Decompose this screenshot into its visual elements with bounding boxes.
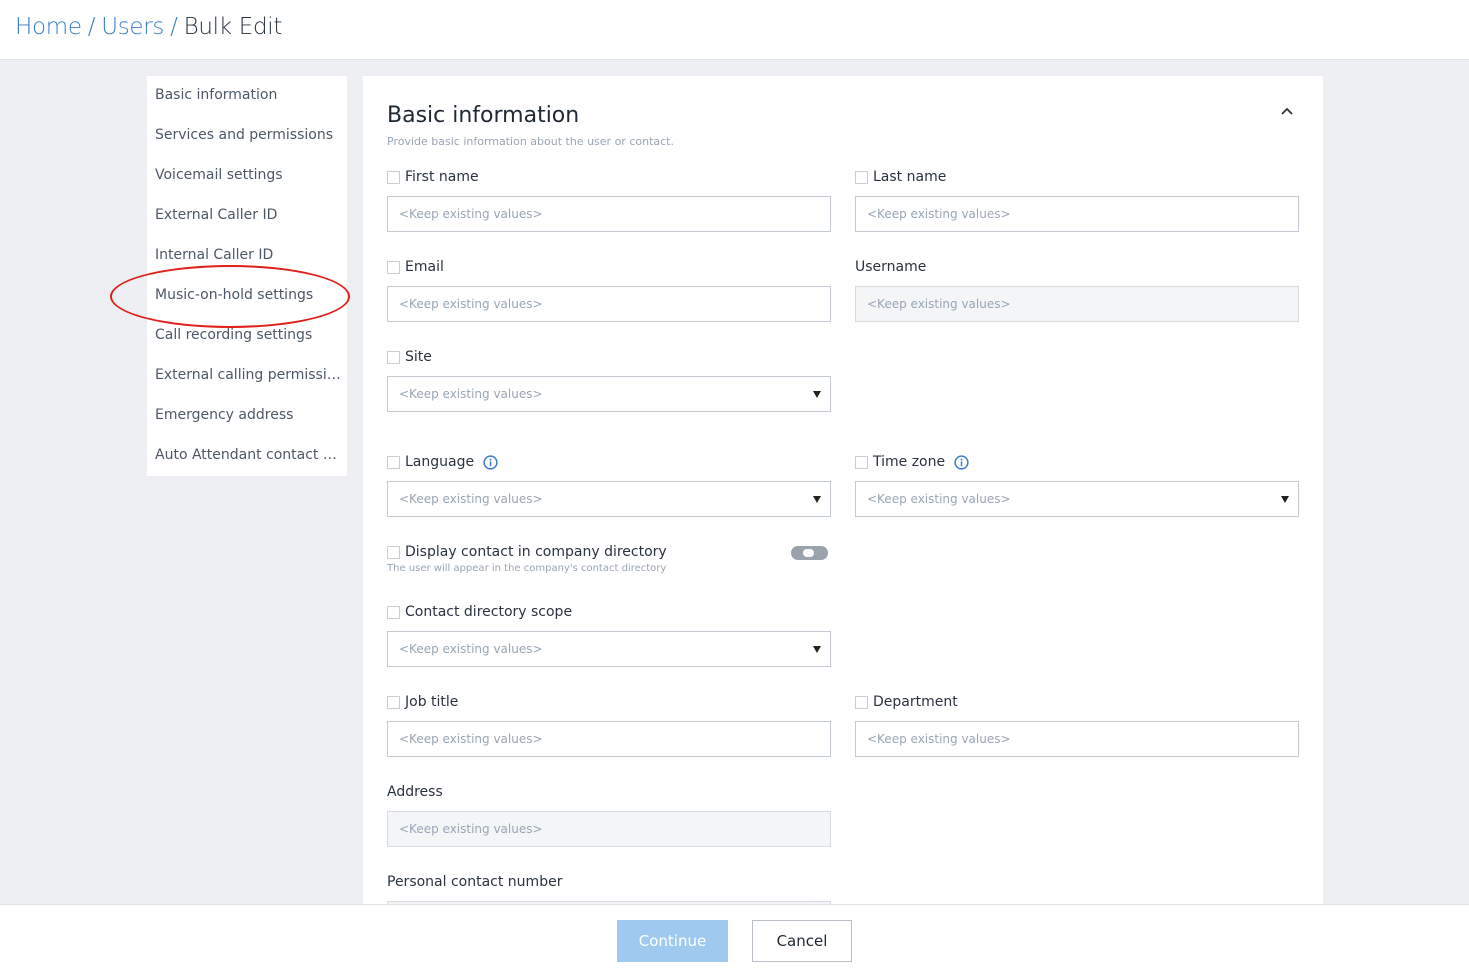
nav-item-emergency-address[interactable]: Emergency address bbox=[155, 407, 341, 423]
site-select[interactable]: <Keep existing values> bbox=[387, 376, 831, 412]
language-checkbox[interactable] bbox=[387, 455, 400, 469]
first-name-input[interactable]: <Keep existing values> bbox=[387, 196, 831, 232]
personal-number-label: Personal contact number bbox=[387, 874, 563, 890]
last-name-checkbox[interactable] bbox=[855, 170, 868, 184]
cancel-button[interactable]: Cancel bbox=[752, 920, 852, 962]
last-name-label: Last name bbox=[855, 169, 946, 185]
breadcrumb-separator: / bbox=[170, 14, 178, 40]
contact-scope-label-text: Contact directory scope bbox=[405, 604, 573, 620]
site-label: Site bbox=[387, 349, 432, 365]
display-contact-label-text: Display contact in company directory bbox=[405, 544, 667, 560]
address-label: Address bbox=[387, 784, 443, 800]
caret-down-icon bbox=[1281, 495, 1289, 503]
nav-item-external-caller-id[interactable]: External Caller ID bbox=[155, 207, 341, 223]
department-input[interactable]: <Keep existing values> bbox=[855, 721, 1299, 757]
language-label: Language bbox=[387, 454, 498, 470]
action-footer: Continue Cancel bbox=[0, 904, 1469, 974]
job-title-input[interactable]: <Keep existing values> bbox=[387, 721, 831, 757]
time-zone-label: Time zone bbox=[855, 454, 969, 470]
caret-down-icon bbox=[813, 645, 821, 653]
nav-item-voicemail-settings[interactable]: Voicemail settings bbox=[155, 167, 341, 183]
last-name-label-text: Last name bbox=[873, 169, 947, 185]
nav-item-services-permissions[interactable]: Services and permissions bbox=[155, 127, 341, 143]
breadcrumb-users[interactable]: Users bbox=[101, 14, 164, 40]
nav-item-basic-information[interactable]: Basic information bbox=[155, 87, 341, 103]
job-title-label-text: Job title bbox=[405, 694, 459, 710]
time-zone-select-value: <Keep existing values> bbox=[867, 492, 1011, 506]
address-input: <Keep existing values> bbox=[387, 811, 831, 847]
display-contact-hint: The user will appear in the company's co… bbox=[387, 563, 667, 574]
info-circle-icon[interactable] bbox=[954, 454, 969, 470]
contact-scope-select[interactable]: <Keep existing values> bbox=[387, 631, 831, 667]
contact-scope-select-value: <Keep existing values> bbox=[399, 642, 543, 656]
section-nav: Basic information Services and permissio… bbox=[147, 76, 347, 476]
panel-title: Basic information bbox=[387, 103, 580, 128]
job-title-label: Job title bbox=[387, 694, 458, 710]
email-label: Email bbox=[387, 259, 444, 275]
breadcrumb-separator: / bbox=[87, 14, 96, 40]
site-checkbox[interactable] bbox=[387, 350, 400, 364]
contact-scope-label: Contact directory scope bbox=[387, 604, 572, 620]
first-name-label: First name bbox=[387, 169, 479, 185]
first-name-label-text: First name bbox=[405, 169, 479, 185]
time-zone-select[interactable]: <Keep existing values> bbox=[855, 481, 1299, 517]
contact-scope-checkbox[interactable] bbox=[387, 605, 400, 619]
username-label: Username bbox=[855, 259, 927, 275]
department-label-text: Department bbox=[873, 694, 958, 710]
display-contact-checkbox[interactable] bbox=[387, 545, 400, 559]
panel-subtitle: Provide basic information about the user… bbox=[387, 135, 674, 148]
email-label-text: Email bbox=[405, 259, 444, 275]
breadcrumb-home[interactable]: Home bbox=[15, 14, 82, 40]
language-select-value: <Keep existing values> bbox=[399, 492, 543, 506]
time-zone-checkbox[interactable] bbox=[855, 455, 868, 469]
basic-information-panel: Basic information Provide basic informat… bbox=[363, 76, 1323, 904]
nav-item-music-on-hold[interactable]: Music-on-hold settings bbox=[155, 287, 341, 303]
site-select-value: <Keep existing values> bbox=[399, 387, 543, 401]
nav-item-call-recording[interactable]: Call recording settings bbox=[155, 327, 341, 343]
caret-down-icon bbox=[813, 495, 821, 503]
job-title-checkbox[interactable] bbox=[387, 695, 400, 709]
continue-button[interactable]: Continue bbox=[617, 920, 728, 962]
email-input[interactable]: <Keep existing values> bbox=[387, 286, 831, 322]
breadcrumb-current: Bulk Edit bbox=[183, 14, 283, 40]
nav-item-auto-attendant[interactable]: Auto Attendant contact di... bbox=[155, 447, 341, 463]
language-select[interactable]: <Keep existing values> bbox=[387, 481, 831, 517]
caret-down-icon bbox=[813, 390, 821, 398]
breadcrumb: Home / Users / Bulk Edit bbox=[15, 14, 282, 40]
display-contact-toggle[interactable] bbox=[791, 546, 828, 560]
nav-item-internal-caller-id[interactable]: Internal Caller ID bbox=[155, 247, 341, 263]
language-label-text: Language bbox=[405, 454, 475, 470]
display-contact-label: Display contact in company directory bbox=[387, 544, 667, 560]
nav-item-external-calling-permission[interactable]: External calling permission bbox=[155, 367, 341, 383]
site-label-text: Site bbox=[405, 349, 432, 365]
last-name-input[interactable]: <Keep existing values> bbox=[855, 196, 1299, 232]
toggle-knob bbox=[803, 549, 814, 557]
page-header: Home / Users / Bulk Edit bbox=[0, 0, 1469, 60]
email-checkbox[interactable] bbox=[387, 260, 400, 274]
time-zone-label-text: Time zone bbox=[873, 454, 946, 470]
department-checkbox[interactable] bbox=[855, 695, 868, 709]
username-input: <Keep existing values> bbox=[855, 286, 1299, 322]
chevron-up-icon[interactable] bbox=[1280, 104, 1294, 118]
info-circle-icon[interactable] bbox=[483, 454, 498, 470]
first-name-checkbox[interactable] bbox=[387, 170, 400, 184]
department-label: Department bbox=[855, 694, 958, 710]
